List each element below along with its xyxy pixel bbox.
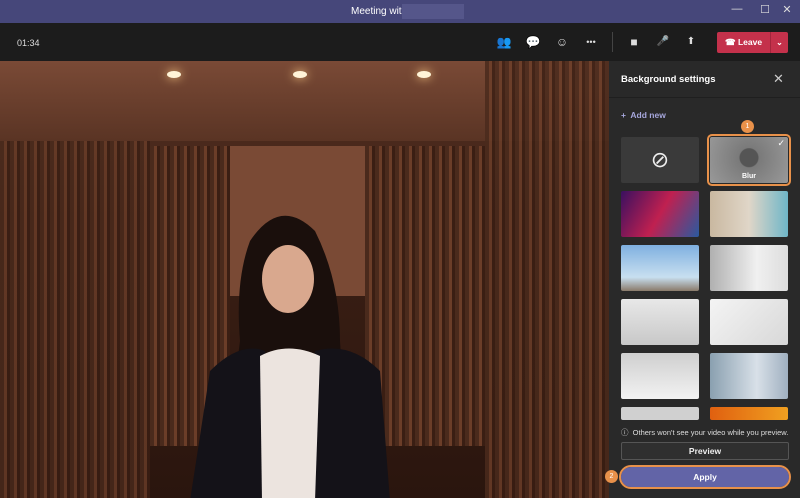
ceiling-light: [293, 71, 307, 78]
share-screen-icon[interactable]: ⬆: [682, 34, 700, 50]
preview-button[interactable]: Preview: [621, 442, 789, 460]
check-icon: ✓: [777, 138, 785, 149]
background-settings-panel: Background settings ✕ + Add new 1 ⊘ ✓ Bl…: [609, 61, 800, 498]
background-option[interactable]: [621, 191, 699, 237]
blur-option[interactable]: ✓ Blur: [710, 137, 788, 183]
background-option[interactable]: [621, 299, 699, 345]
close-window-button[interactable]: ✕: [777, 3, 797, 19]
minimize-button[interactable]: —: [727, 3, 747, 19]
more-options-icon[interactable]: •••: [582, 34, 600, 50]
background-option[interactable]: [710, 191, 788, 237]
leave-dropdown-chevron-icon[interactable]: ⌄: [770, 32, 788, 53]
video-preview: [0, 61, 609, 498]
background-option[interactable]: [710, 353, 788, 399]
leave-button[interactable]: ☎ Leave ⌄: [717, 32, 788, 53]
step-badge-2: 2: [605, 470, 618, 483]
ceiling-light: [417, 71, 431, 78]
background-option[interactable]: [621, 245, 699, 291]
chat-icon[interactable]: 💬: [524, 34, 542, 50]
background-option[interactable]: [621, 407, 699, 420]
info-text: Others won't see your video while you pr…: [633, 428, 789, 437]
hangup-icon: ☎: [725, 37, 736, 47]
redacted-name: [402, 4, 464, 19]
background-option[interactable]: [710, 407, 788, 420]
window-title: Meeting with: [351, 6, 407, 17]
add-new-label: Add new: [630, 110, 665, 120]
meeting-toolbar: 01:34 👥 💬 ☺ ••• ■ 🎤 ⬆ ☎ Leave ⌄: [0, 23, 800, 61]
person-silhouette: [190, 201, 410, 498]
background-option[interactable]: [621, 353, 699, 399]
divider: [609, 97, 800, 98]
bookshelf-right: [485, 61, 609, 498]
reactions-icon[interactable]: ☺: [553, 34, 571, 50]
title-bar: Meeting with — ☐ ✕: [0, 0, 800, 23]
leave-label: Leave: [738, 37, 762, 47]
maximize-button[interactable]: ☐: [755, 3, 775, 19]
close-panel-icon[interactable]: ✕: [773, 71, 784, 87]
apply-button[interactable]: Apply: [621, 467, 789, 487]
add-new-button[interactable]: + Add new: [621, 110, 666, 120]
none-icon: ⊘: [651, 147, 669, 172]
camera-icon[interactable]: ■: [625, 34, 643, 50]
step-badge-1: 1: [741, 120, 754, 133]
toolbar-divider: [612, 32, 613, 52]
no-background-option[interactable]: ⊘: [621, 137, 699, 183]
participants-icon[interactable]: 👥: [495, 34, 513, 50]
ceiling-light: [167, 71, 181, 78]
panel-title: Background settings: [621, 74, 716, 85]
plus-icon: +: [621, 110, 626, 120]
background-option[interactable]: [710, 299, 788, 345]
preview-info: ⓘ Others won't see your video while you …: [621, 427, 788, 438]
microphone-icon[interactable]: 🎤: [654, 34, 672, 50]
background-option[interactable]: [710, 245, 788, 291]
bookshelf-left: [0, 141, 150, 498]
info-icon: ⓘ: [621, 428, 629, 437]
meeting-timer: 01:34: [17, 38, 40, 48]
blur-label: Blur: [710, 173, 788, 180]
